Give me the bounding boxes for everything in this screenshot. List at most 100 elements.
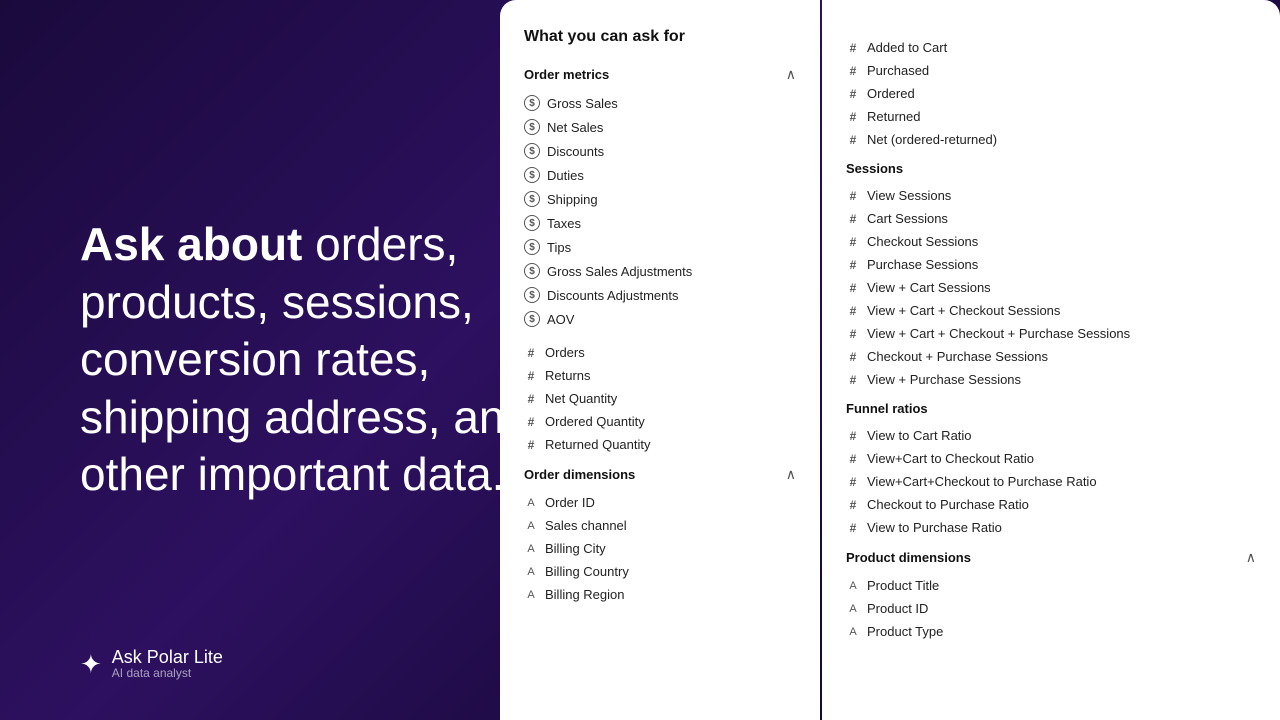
list-item: #Ordered Quantity <box>524 410 796 433</box>
dollar-icon: $ <box>524 287 540 303</box>
list-item: $Duties <box>524 163 796 187</box>
dollar-icon: $ <box>524 119 540 135</box>
sessions-label: Sessions <box>846 161 903 176</box>
list-item: #Ordered <box>846 82 1256 105</box>
order-dimensions-label: Order dimensions <box>524 467 635 482</box>
list-item: $Tips <box>524 235 796 259</box>
hash-icon: # <box>846 235 860 249</box>
list-item: ABilling City <box>524 537 796 560</box>
funnel-ratios-list: #View to Cart Ratio #View+Cart to Checko… <box>846 424 1256 539</box>
list-item: #Checkout + Purchase Sessions <box>846 345 1256 368</box>
brand-text-block: Ask Polar Lite AI data analyst <box>112 648 223 680</box>
hash-icon: # <box>524 346 538 360</box>
funnel-ratios-header: Funnel ratios <box>846 401 1256 416</box>
list-item: ASales channel <box>524 514 796 537</box>
hash-icon: # <box>846 110 860 124</box>
panel-title: What you can ask for <box>524 28 796 46</box>
hash-icon: # <box>524 369 538 383</box>
list-item: #Net Quantity <box>524 387 796 410</box>
list-item: #Added to Cart <box>846 36 1256 59</box>
hash-icon: # <box>846 475 860 489</box>
hash-icon: # <box>846 373 860 387</box>
hash-icon: # <box>846 521 860 535</box>
list-item: #View+Cart to Checkout Ratio <box>846 447 1256 470</box>
brand-name: Ask Polar Lite <box>112 648 223 666</box>
hash-icon: # <box>846 327 860 341</box>
dollar-icon: $ <box>524 263 540 279</box>
order-dimensions-header[interactable]: Order dimensions ∧ <box>524 466 796 483</box>
order-metrics-list: $Gross Sales $Net Sales $Discounts $Duti… <box>524 91 796 331</box>
list-item: #View+Cart+Checkout to Purchase Ratio <box>846 470 1256 493</box>
a-icon: A <box>524 496 538 510</box>
list-item: #View to Cart Ratio <box>846 424 1256 447</box>
list-item: #View + Cart Sessions <box>846 276 1256 299</box>
sessions-header: Sessions <box>846 161 1256 176</box>
order-dimensions-list: AOrder ID ASales channel ABilling City A… <box>524 491 796 606</box>
hash-icon: # <box>846 452 860 466</box>
hash-icon: # <box>846 304 860 318</box>
hash-icon: # <box>524 415 538 429</box>
list-item: #Cart Sessions <box>846 207 1256 230</box>
panels-container: What you can ask for Order metrics ∧ $Gr… <box>500 0 1280 720</box>
right-info-panel[interactable]: #Added to Cart #Purchased #Ordered #Retu… <box>822 0 1280 720</box>
order-counts-list: #Orders #Returns #Net Quantity #Ordered … <box>524 341 796 456</box>
order-dimensions-chevron-icon: ∧ <box>786 466 796 483</box>
hash-icon: # <box>846 258 860 272</box>
a-icon: A <box>524 542 538 556</box>
product-dimensions-header[interactable]: Product dimensions ∧ <box>846 549 1256 566</box>
list-item: AProduct ID <box>846 597 1256 620</box>
hash-icon: # <box>846 212 860 226</box>
list-item: ABilling Region <box>524 583 796 606</box>
list-item: #View Sessions <box>846 184 1256 207</box>
list-item: $Discounts <box>524 139 796 163</box>
list-item: #Net (ordered-returned) <box>846 128 1256 151</box>
hash-icon: # <box>846 133 860 147</box>
order-metrics-label: Order metrics <box>524 67 609 82</box>
hash-icon: # <box>846 281 860 295</box>
a-icon: A <box>846 579 860 593</box>
hash-icon: # <box>846 350 860 364</box>
list-item: #Returned <box>846 105 1256 128</box>
list-item: $Taxes <box>524 211 796 235</box>
list-item: #View + Cart + Checkout + Purchase Sessi… <box>846 322 1256 345</box>
brand-subtitle: AI data analyst <box>112 666 223 680</box>
hero-text: Ask about orders, products, sessions, co… <box>80 216 540 504</box>
list-item: #Orders <box>524 341 796 364</box>
funnel-ratios-label: Funnel ratios <box>846 401 928 416</box>
a-icon: A <box>524 565 538 579</box>
a-icon: A <box>524 588 538 602</box>
hash-icon: # <box>846 41 860 55</box>
hash-icon: # <box>524 392 538 406</box>
a-icon: A <box>846 625 860 639</box>
product-dimensions-label: Product dimensions <box>846 550 971 565</box>
dollar-icon: $ <box>524 191 540 207</box>
hash-icon: # <box>846 189 860 203</box>
order-metrics-header[interactable]: Order metrics ∧ <box>524 66 796 83</box>
order-metrics-chevron-icon: ∧ <box>786 66 796 83</box>
list-item: #Checkout to Purchase Ratio <box>846 493 1256 516</box>
dollar-icon: $ <box>524 311 540 327</box>
list-item: #View + Cart + Checkout Sessions <box>846 299 1256 322</box>
brand-star-icon: ✦ <box>80 649 102 680</box>
left-info-panel[interactable]: What you can ask for Order metrics ∧ $Gr… <box>500 0 820 720</box>
list-item: $Shipping <box>524 187 796 211</box>
list-item: #View to Purchase Ratio <box>846 516 1256 539</box>
list-item: #Purchased <box>846 59 1256 82</box>
hash-icon: # <box>846 64 860 78</box>
hash-icon: # <box>524 438 538 452</box>
quantity-list: #Added to Cart #Purchased #Ordered #Retu… <box>846 36 1256 151</box>
hero-bold: Ask about <box>80 218 302 270</box>
product-dimensions-chevron-icon: ∧ <box>1246 549 1256 566</box>
list-item: #Checkout Sessions <box>846 230 1256 253</box>
list-item: $AOV <box>524 307 796 331</box>
list-item: AProduct Type <box>846 620 1256 643</box>
sessions-list: #View Sessions #Cart Sessions #Checkout … <box>846 184 1256 391</box>
dollar-icon: $ <box>524 143 540 159</box>
list-item: #Returns <box>524 364 796 387</box>
dollar-icon: $ <box>524 239 540 255</box>
list-item: AProduct Title <box>846 574 1256 597</box>
a-icon: A <box>524 519 538 533</box>
product-dimensions-list: AProduct Title AProduct ID AProduct Type <box>846 574 1256 643</box>
list-item: $Discounts Adjustments <box>524 283 796 307</box>
list-item: AOrder ID <box>524 491 796 514</box>
